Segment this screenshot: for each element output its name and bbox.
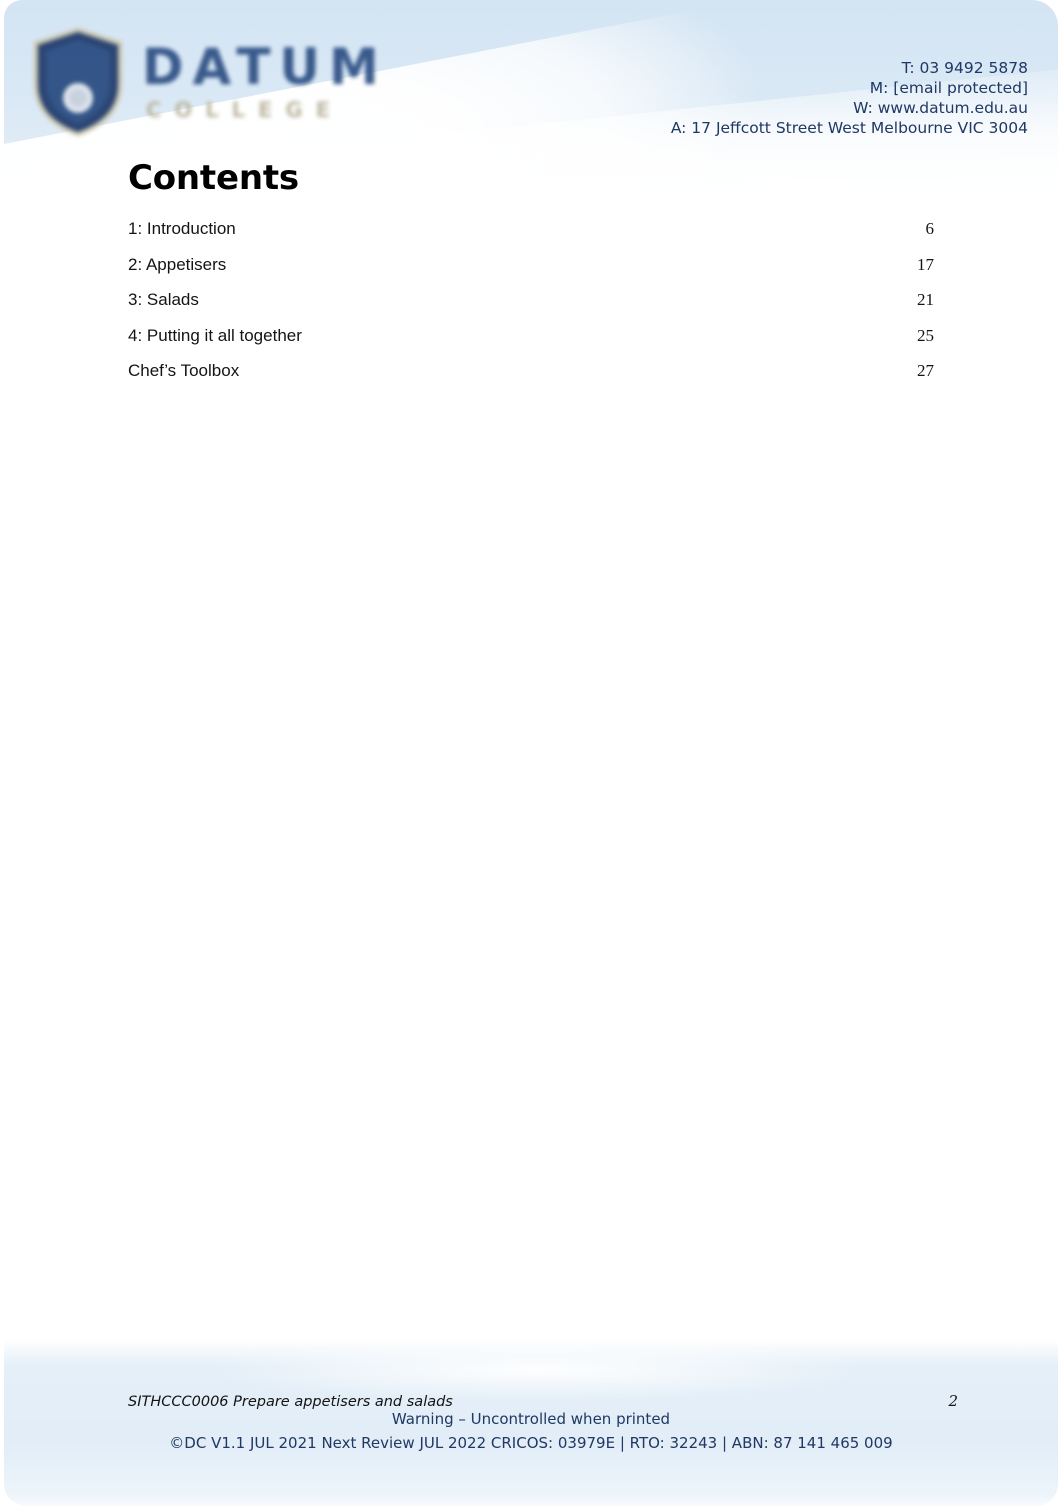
footer-page-number: 2 [948,1392,958,1410]
toc-entry-label: 4: Putting it all together [128,325,302,345]
toc-entry-appetisers[interactable]: 2: Appetisers 17 [128,255,934,290]
toc-entry-salads[interactable]: 3: Salads 21 [128,290,934,325]
page-title: Contents [128,158,299,198]
page-footer: SITHCCC0006 Prepare appetisers and salad… [4,1340,1058,1506]
toc-entry-putting-it-all-together[interactable]: 4: Putting it all together 25 [128,326,934,361]
toc-entry-label: 1: Introduction [128,219,236,239]
toc-entry-chefs-toolbox[interactable]: Chef’s Toolbox 27 [128,361,934,396]
document-page: DATUM COLLEGE T: 03 9492 5878 M: [email … [0,0,1062,1506]
toc-entry-label: 2: Appetisers [128,254,227,274]
toc-entry-introduction[interactable]: 1: Introduction 6 [128,219,934,254]
toc-entry-label: Chef’s Toolbox [128,360,240,380]
contact-website: W: www.datum.edu.au [853,99,1028,117]
toc-entry-page: 27 [917,360,934,380]
logo-subtitle: COLLEGE [146,98,343,122]
footer-warning-text: Warning – Uncontrolled when printed [391,1410,671,1428]
footer-legal-text: ©DC V1.1 JUL 2021 Next Review JUL 2022 C… [169,1434,893,1452]
toc-entry-label: 3: Salads [128,290,199,310]
contact-address: A: 17 Jeffcott Street West Melbourne VIC… [670,119,1028,137]
logo-wordmark: DATUM [142,38,388,96]
contact-details: T: 03 9492 5878 M: [email protected] W: … [671,58,1028,138]
footer-content: SITHCCC0006 Prepare appetisers and salad… [4,1340,1058,1506]
table-of-contents: 1: Introduction 6 2: Appetisers 17 3: Sa… [128,219,934,396]
footer-document-id: SITHCCC0006 Prepare appetisers and salad… [128,1394,453,1410]
footer-top-row: SITHCCC0006 Prepare appetisers and salad… [128,1392,958,1410]
toc-entry-page: 25 [917,325,934,345]
toc-entry-page: 6 [925,219,935,239]
datum-college-logo: DATUM COLLEGE [30,24,400,142]
contact-email: M: [email protected] [869,79,1028,97]
toc-entry-page: 21 [917,290,934,310]
toc-entry-page: 17 [917,254,934,274]
contact-phone: T: 03 9492 5878 [901,59,1028,77]
page-content: Contents 1: Introduction 6 2: Appetisers… [128,158,938,396]
shield-icon [34,28,122,136]
